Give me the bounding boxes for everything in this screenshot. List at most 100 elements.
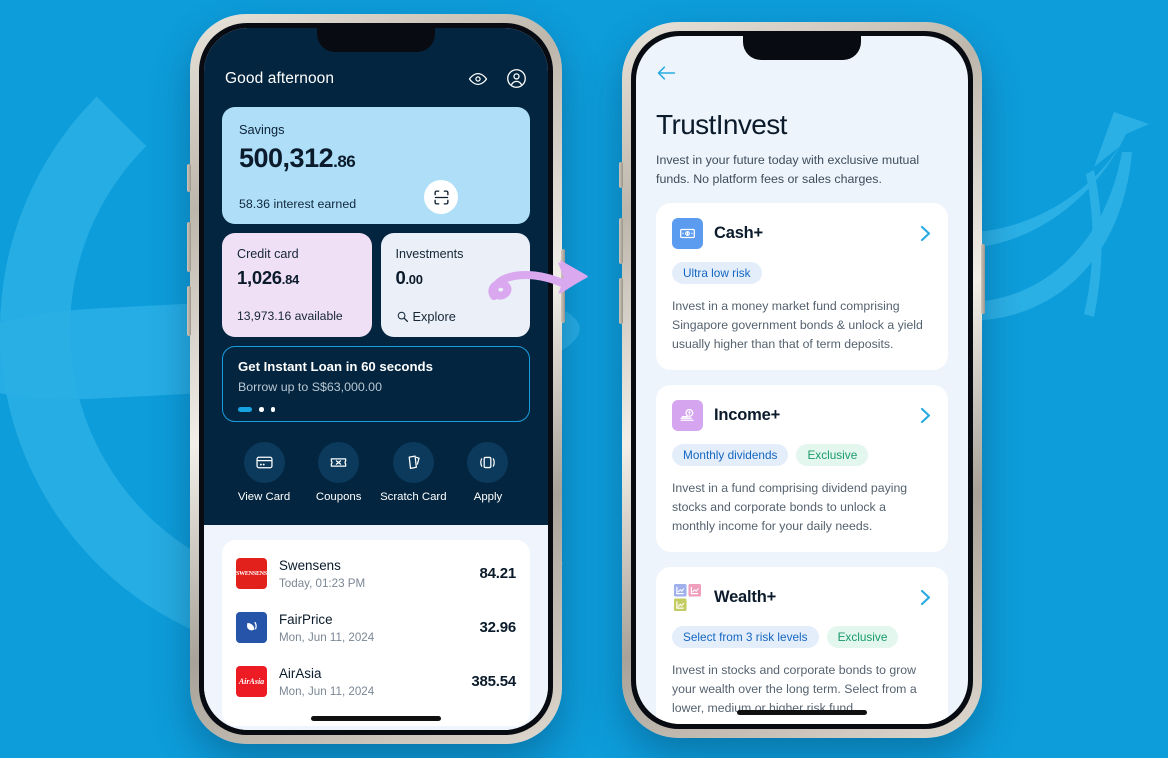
loan-banner[interactable]: Get Instant Loan in 60 seconds Borrow up… [222,346,530,422]
phone-mute-button-2[interactable] [619,162,623,188]
credit-card-amount: 1,026.84 [237,267,357,289]
action-label: View Card [237,490,291,503]
action-label: Coupons [315,490,362,503]
transaction-date: Mon, Jun 11, 2024 [279,684,375,698]
swensens-logo: SWENSENS [236,558,267,589]
scan-button[interactable] [424,180,458,214]
fund-tag-exclusive: Exclusive [826,626,899,649]
phone-volume-up-button[interactable] [187,222,191,272]
credit-card-amount-main: 1,026 [237,267,282,288]
chevron-right-icon[interactable] [919,225,932,242]
eye-icon[interactable] [468,69,488,89]
curly-right-arrow [488,260,588,300]
magnifier-icon [397,311,408,322]
action-apply[interactable]: Apply [452,441,524,503]
transaction-amount: 32.96 [479,619,516,636]
scratch-card-icon [392,441,434,483]
quick-actions-row: View Card Coupons Scratch Card Apply [222,422,530,525]
transaction-name: FairPrice [279,611,333,627]
fund-description: Invest in a money market fund comprising… [672,299,923,351]
banknote-icon [672,218,703,250]
home-indicator-2 [737,710,867,715]
credit-card-tile[interactable]: Credit card 1,026.84 13,973.16 available [222,233,372,337]
fund-description: Invest in a fund comprising dividend pay… [672,481,908,533]
fairprice-logo [236,612,267,643]
savings-card[interactable]: Savings 500,312.86 58.36 interest earned [222,107,530,224]
profile-icon[interactable] [506,68,527,89]
transaction-amount: 84.21 [479,565,516,582]
right-phone-frame: TrustInvest Invest in your future today … [619,22,985,738]
coupon-ticket-icon [318,441,360,483]
carousel-dot-3[interactable] [270,407,275,412]
fund-tag: Select from 3 risk levels [672,626,819,649]
apply-icon [467,441,509,483]
explore-label: Explore [412,309,456,324]
phone-power-button-2[interactable] [981,244,985,314]
transactions-card: SWENSENS Swensens Today, 01:23 PM 84.21 [222,539,530,726]
transactions-section: SWENSENS Swensens Today, 01:23 PM 84.21 [204,524,548,730]
action-scratch-card[interactable]: Scratch Card [377,441,449,503]
action-view-card[interactable]: View Card [228,441,300,503]
phone-notch [317,28,435,52]
coin-stack-icon [672,400,703,432]
loan-banner-subtitle: Borrow up to S$63,000.00 [238,380,382,394]
fund-tag-exclusive: Exclusive [796,444,869,467]
phone-mute-button[interactable] [187,164,191,192]
credit-card-icon [243,441,285,483]
phone-volume-down-button-2[interactable] [619,278,623,324]
savings-amount: 500,312.86 [239,143,513,174]
carousel-dots [238,407,514,412]
fund-name: Cash+ [714,224,763,243]
credit-card-amount-cents: .84 [281,272,299,287]
fund-tags: Select from 3 risk levels Exclusive [672,626,932,649]
fund-card-wealth-plus[interactable]: Wealth+ Select from 3 risk levels Exclus… [656,567,948,724]
credit-card-label: Credit card [237,247,299,261]
chevron-right-icon[interactable] [919,589,932,606]
scan-icon [433,189,449,205]
transaction-row[interactable]: AirAsia AirAsia Mon, Jun 11, 2024 385.54 [236,654,516,708]
fund-tag: Monthly dividends [672,444,789,467]
investments-amount-main: 0 [395,267,406,288]
back-arrow-icon [657,66,676,80]
fund-tags: Ultra low risk [672,262,932,285]
page-title: TrustInvest [656,109,787,140]
transaction-name: Swensens [279,557,341,573]
greeting-text: Good afternoon [225,69,335,87]
carousel-dot-2[interactable] [259,407,264,412]
fund-name: Wealth+ [714,588,777,607]
greeting-row: Good afternoon [222,68,530,107]
transaction-date: Mon, Jun 11, 2024 [279,630,375,644]
transaction-name: AirAsia [279,665,322,681]
carousel-dot-1[interactable] [238,407,252,412]
banking-home-screen: Good afternoon Savings 500,312.86 58.36 … [204,28,548,730]
savings-label: Savings [239,122,285,137]
airasia-logo: AirAsia [236,666,267,697]
transaction-row[interactable]: FairPrice Mon, Jun 11, 2024 32.96 [236,600,516,654]
chevron-right-icon[interactable] [919,407,932,424]
chart-tiles-icon [672,582,703,614]
savings-amount-main: 500,312 [239,143,334,173]
transaction-amount: 385.54 [471,673,516,690]
trustinvest-screen: TrustInvest Invest in your future today … [636,36,968,724]
credit-card-available: 13,973.16 available [237,309,343,323]
fund-tag: Ultra low risk [672,262,762,285]
loan-banner-title: Get Instant Loan in 60 seconds [238,359,433,374]
transaction-date: Today, 01:23 PM [279,576,366,590]
fund-card-cash-plus[interactable]: Cash+ Ultra low risk Invest in a money m… [656,203,948,371]
investments-amount-cents: .00 [405,272,423,287]
transaction-row[interactable]: SWENSENS Swensens Today, 01:23 PM 84.21 [236,546,516,600]
action-label: Scratch Card [380,490,447,503]
fund-tags: Monthly dividends Exclusive [672,444,932,467]
fund-description: Invest in stocks and corporate bonds to … [672,663,917,715]
phone-volume-up-button-2[interactable] [619,218,623,264]
action-coupons[interactable]: Coupons [303,441,375,503]
home-indicator [311,716,441,721]
fund-name: Income+ [714,406,781,425]
left-phone-frame: Good afternoon Savings 500,312.86 58.36 … [187,14,565,744]
action-label: Apply [473,490,503,503]
fund-card-income-plus[interactable]: Income+ Monthly dividends Exclusive Inve… [656,385,948,553]
phone-volume-down-button[interactable] [187,286,191,336]
phone-notch-2 [743,36,861,60]
screenshot-stage: Good afternoon Savings 500,312.86 58.36 … [0,0,1168,758]
back-button[interactable] [656,62,678,84]
